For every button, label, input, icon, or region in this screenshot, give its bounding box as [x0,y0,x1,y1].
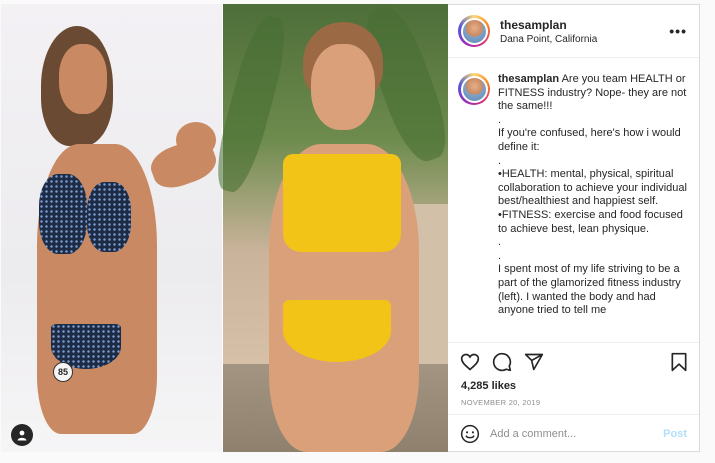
username-link[interactable]: thesamplan [500,18,597,32]
caption-username[interactable]: thesamplan [498,73,559,85]
share-button[interactable] [524,352,544,372]
header-text: thesamplan Dana Point, California [500,18,597,45]
person-icon [17,430,27,441]
caption-avatar[interactable] [458,73,490,105]
face [59,44,107,114]
user-tag-icon[interactable] [11,424,33,446]
comment-input[interactable] [490,427,664,440]
avatar-image [460,75,488,103]
post-comment-button[interactable]: Post [663,428,687,440]
bookmark-icon [671,352,687,372]
post-date[interactable]: NOVEMBER 20, 2019 [461,398,540,407]
emoji-icon[interactable] [460,424,480,444]
caption-body: Are you team HEALTH or FITNESS industry?… [498,73,687,317]
yellow-bikini-top [283,154,401,252]
avatar-image [460,17,488,45]
face [311,44,375,130]
like-button[interactable] [460,352,480,372]
post-header: thesamplan Dana Point, California ••• [448,5,699,58]
avatar[interactable] [458,15,490,47]
location-link[interactable]: Dana Point, California [500,34,597,45]
yellow-bikini-bottom [283,300,391,362]
caption-area: thesamplan Are you team HEALTH or FITNES… [448,59,699,341]
comment-icon [492,352,512,372]
photo-left-panel: 85 [1,4,222,452]
save-button[interactable] [669,352,689,372]
competitor-number: 85 [53,362,73,382]
comment-button[interactable] [492,352,512,372]
likes-count[interactable]: 4,285 likes [461,380,516,392]
actions-section: 4,285 likes NOVEMBER 20, 2019 Post [448,342,699,452]
heart-icon [460,353,480,371]
bikini-top-right [87,182,131,252]
more-options-icon[interactable]: ••• [669,23,687,39]
post-sidebar: thesamplan Dana Point, California ••• th… [448,4,700,452]
bikini-top-left [39,174,87,254]
comment-bar: Post [448,414,699,452]
fist [176,122,216,158]
action-icons [460,352,544,372]
post-photo[interactable]: 85 [1,4,448,452]
share-icon [524,353,544,371]
instagram-post-view: 85 thesamplan Dana Point, California •••… [0,0,715,463]
caption-text: thesamplan Are you team HEALTH or FITNES… [498,73,689,341]
